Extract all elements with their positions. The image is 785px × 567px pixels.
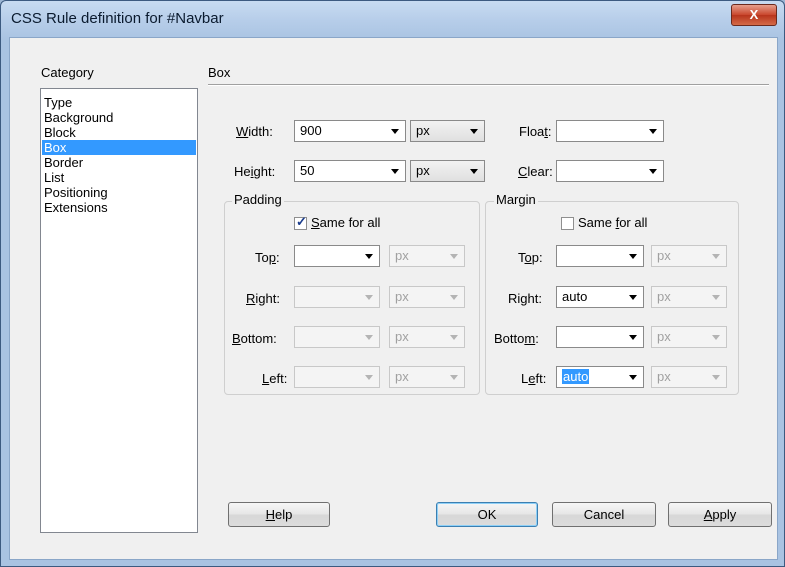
dialog-body: Category Type Background Block Box Borde… bbox=[9, 37, 778, 560]
margin-bottom-unit-select[interactable]: px bbox=[651, 326, 727, 348]
category-item-list[interactable]: List bbox=[42, 170, 196, 185]
padding-right-label: Right: bbox=[246, 291, 280, 306]
section-divider bbox=[208, 84, 769, 86]
category-item-block[interactable]: Block bbox=[42, 125, 196, 140]
category-item-positioning[interactable]: Positioning bbox=[42, 185, 196, 200]
section-title: Box bbox=[208, 65, 231, 80]
chevron-down-icon bbox=[629, 375, 637, 380]
width-unit-select[interactable]: px bbox=[410, 120, 485, 142]
chevron-down-icon bbox=[450, 295, 458, 300]
margin-bottom-combobox[interactable] bbox=[556, 326, 644, 348]
margin-bottom-label: Bottom: bbox=[494, 331, 539, 346]
category-item-type[interactable]: Type bbox=[42, 95, 196, 110]
margin-same-label: Same for all bbox=[578, 215, 648, 230]
padding-bottom-unit-select[interactable]: px bbox=[389, 326, 465, 348]
height-combobox[interactable]: 50 bbox=[294, 160, 406, 182]
title-bar[interactable]: CSS Rule definition for #Navbar X bbox=[1, 1, 784, 37]
padding-right-combobox[interactable] bbox=[294, 286, 380, 308]
margin-left-label: Left: bbox=[521, 371, 547, 386]
chevron-down-icon bbox=[629, 335, 637, 340]
apply-button[interactable]: Apply bbox=[668, 502, 772, 527]
padding-bottom-combobox[interactable] bbox=[294, 326, 380, 348]
height-unit: px bbox=[416, 163, 430, 178]
clear-label: Clear: bbox=[518, 164, 553, 179]
chevron-down-icon bbox=[470, 129, 478, 134]
chevron-down-icon bbox=[649, 129, 657, 134]
padding-top-unit-select[interactable]: px bbox=[389, 245, 465, 267]
margin-group-title: Margin bbox=[494, 192, 538, 207]
window-title: CSS Rule definition for #Navbar bbox=[11, 10, 224, 27]
category-item-border[interactable]: Border bbox=[42, 155, 196, 170]
chevron-down-icon bbox=[629, 254, 637, 259]
chevron-down-icon bbox=[450, 254, 458, 259]
padding-group-title: Padding bbox=[232, 192, 284, 207]
padding-top-combobox[interactable] bbox=[294, 245, 380, 267]
category-item-background[interactable]: Background bbox=[42, 110, 196, 125]
margin-left-unit-select[interactable]: px bbox=[651, 366, 727, 388]
height-label: Height: bbox=[234, 164, 276, 179]
chevron-down-icon bbox=[712, 375, 720, 380]
clear-combobox[interactable] bbox=[556, 160, 664, 182]
float-combobox[interactable] bbox=[556, 120, 664, 142]
category-list[interactable]: Type Background Block Box Border List Po… bbox=[40, 88, 198, 533]
margin-top-combobox[interactable] bbox=[556, 245, 644, 267]
chevron-down-icon bbox=[365, 254, 373, 259]
chevron-down-icon bbox=[649, 169, 657, 174]
height-value: 50 bbox=[300, 163, 315, 178]
padding-left-unit-select[interactable]: px bbox=[389, 366, 465, 388]
category-item-extensions[interactable]: Extensions bbox=[42, 200, 196, 215]
cancel-button[interactable]: Cancel bbox=[552, 502, 656, 527]
margin-right-combobox[interactable]: auto bbox=[556, 286, 644, 308]
chevron-down-icon bbox=[450, 375, 458, 380]
padding-same-label: Same for all bbox=[311, 215, 381, 230]
chevron-down-icon bbox=[391, 169, 399, 174]
dialog-window: CSS Rule definition for #Navbar X Catego… bbox=[0, 0, 785, 567]
chevron-down-icon bbox=[712, 335, 720, 340]
chevron-down-icon bbox=[365, 295, 373, 300]
padding-left-label: Left: bbox=[262, 371, 288, 386]
width-value: 900 bbox=[300, 123, 322, 138]
chevron-down-icon bbox=[365, 375, 373, 380]
margin-right-unit-select[interactable]: px bbox=[651, 286, 727, 308]
chevron-down-icon bbox=[629, 295, 637, 300]
width-combobox[interactable]: 900 bbox=[294, 120, 406, 142]
margin-top-unit-select[interactable]: px bbox=[651, 245, 727, 267]
close-icon: X bbox=[749, 7, 759, 22]
width-label: Width: bbox=[236, 124, 273, 139]
category-heading: Category bbox=[41, 65, 94, 80]
chevron-down-icon bbox=[712, 254, 720, 259]
padding-top-label: Top: bbox=[255, 250, 280, 265]
help-button[interactable]: Help bbox=[228, 502, 330, 527]
chevron-down-icon bbox=[365, 335, 373, 340]
chevron-down-icon bbox=[470, 169, 478, 174]
close-button[interactable]: X bbox=[731, 4, 777, 26]
chevron-down-icon bbox=[450, 335, 458, 340]
chevron-down-icon bbox=[391, 129, 399, 134]
height-unit-select[interactable]: px bbox=[410, 160, 485, 182]
width-unit: px bbox=[416, 123, 430, 138]
padding-same-checkbox[interactable] bbox=[294, 214, 307, 230]
category-item-box[interactable]: Box bbox=[42, 140, 196, 155]
float-label: Float: bbox=[519, 124, 552, 139]
margin-top-label: Top: bbox=[518, 250, 543, 265]
ok-button[interactable]: OK bbox=[436, 502, 538, 527]
padding-bottom-label: Bottom: bbox=[232, 331, 277, 346]
padding-right-unit-select[interactable]: px bbox=[389, 286, 465, 308]
margin-left-combobox[interactable]: auto bbox=[556, 366, 644, 388]
margin-left-selected-text: auto bbox=[562, 369, 590, 384]
margin-same-checkbox[interactable] bbox=[561, 217, 574, 230]
chevron-down-icon bbox=[712, 295, 720, 300]
padding-left-combobox[interactable] bbox=[294, 366, 380, 388]
margin-right-label: Right: bbox=[508, 291, 542, 306]
